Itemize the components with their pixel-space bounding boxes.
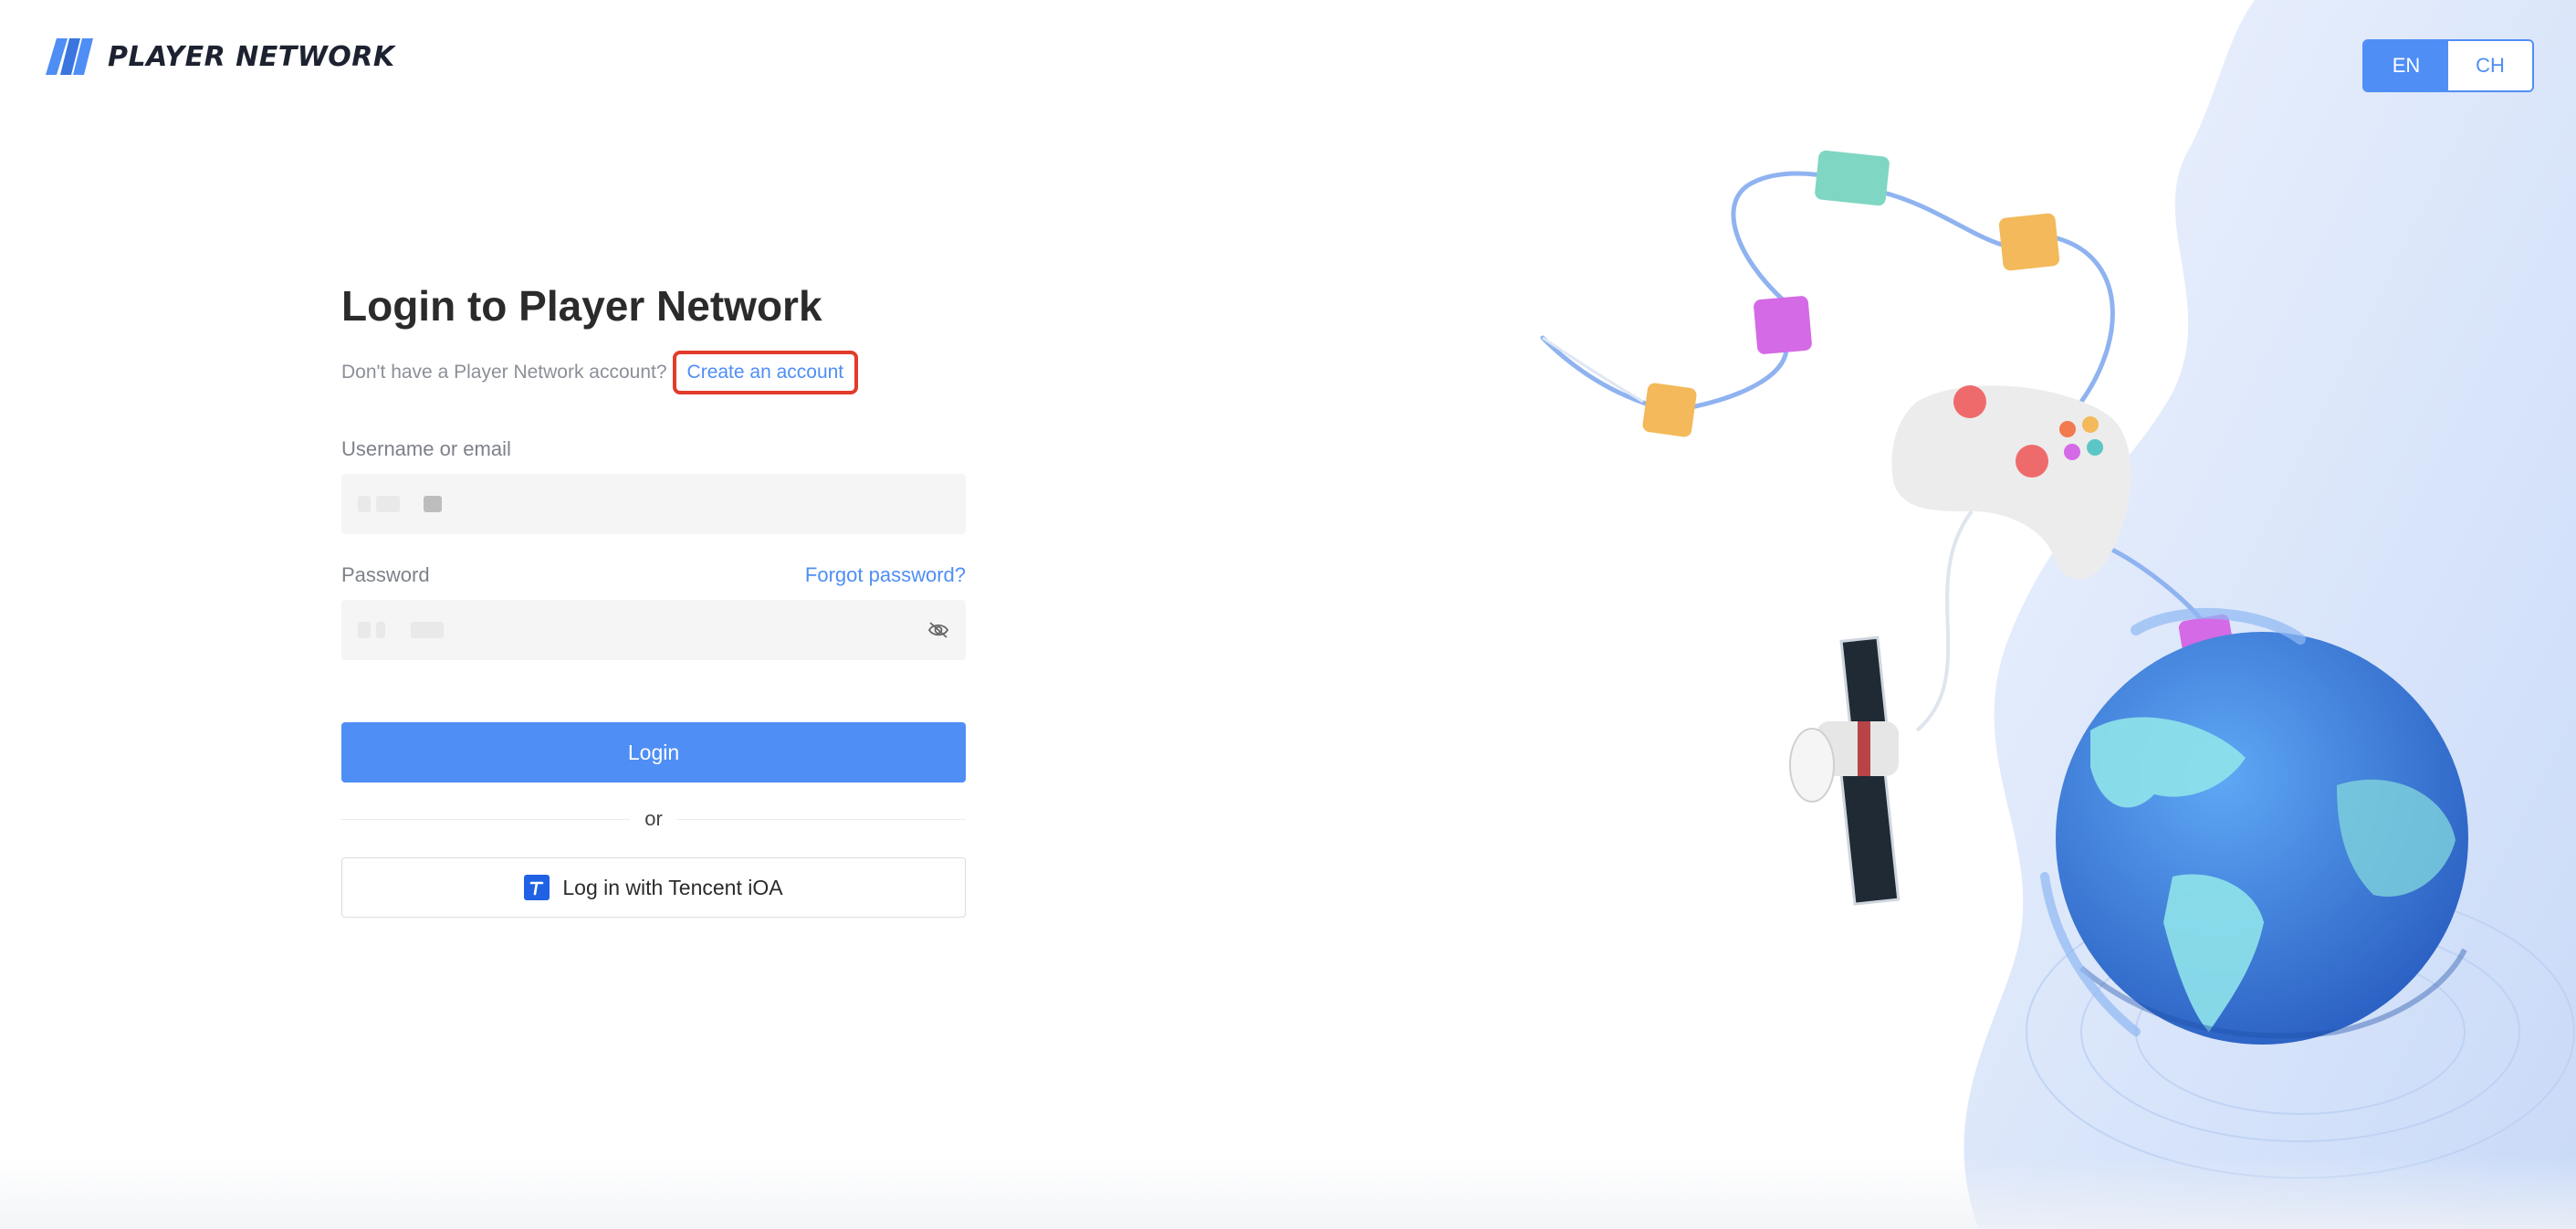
masked-text: [376, 496, 400, 512]
no-account-text: Don't have a Player Network account?: [341, 362, 667, 383]
player-network-logo-icon: [46, 38, 93, 75]
language-switcher: EN CH: [2362, 39, 2534, 92]
masked-text: [358, 622, 371, 638]
masked-text: [411, 622, 444, 638]
username-group: Username or email: [341, 437, 966, 534]
page-title: Login to Player Network: [341, 282, 822, 330]
bottom-shade: [0, 1156, 2576, 1229]
forgot-password-link[interactable]: Forgot password?: [805, 563, 966, 587]
login-button[interactable]: Login: [341, 722, 966, 783]
brand-name: PLAYER NETWORK: [108, 40, 395, 73]
password-label: Password: [341, 563, 430, 586]
tencent-ioa-label: Log in with Tencent iOA: [562, 875, 783, 899]
username-input[interactable]: [341, 474, 966, 534]
language-option-en[interactable]: EN: [2364, 41, 2448, 90]
masked-text: [424, 496, 442, 512]
username-label: Username or email: [341, 437, 511, 460]
masked-text: [376, 622, 385, 638]
signup-prompt: Don't have a Player Network account? Cre…: [341, 350, 966, 395]
or-divider: or: [341, 806, 966, 832]
password-input[interactable]: [341, 600, 966, 660]
login-form: Login to Player Network Don't have a Pla…: [341, 278, 966, 918]
create-account-link[interactable]: Create an account: [672, 351, 859, 394]
tencent-ioa-icon: [524, 875, 550, 900]
language-option-ch[interactable]: CH: [2448, 41, 2532, 90]
password-label-row: Password Forgot password?: [341, 563, 966, 587]
brand-logo[interactable]: PLAYER NETWORK: [46, 38, 395, 75]
masked-text: [358, 496, 371, 512]
tencent-ioa-login-button[interactable]: Log in with Tencent iOA: [341, 857, 966, 918]
or-text: or: [630, 807, 677, 831]
eye-slash-icon[interactable]: [927, 620, 949, 640]
password-group: Password Forgot password?: [341, 563, 966, 660]
